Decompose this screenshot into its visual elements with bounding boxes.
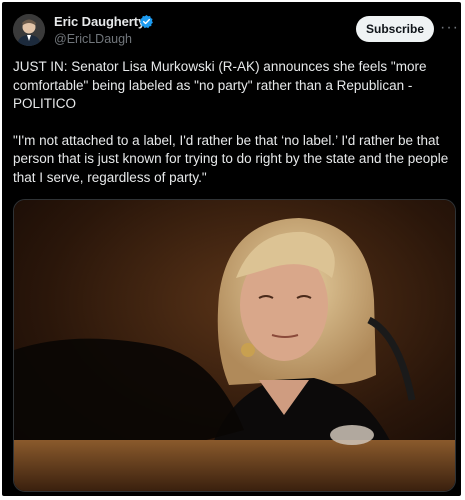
subscribe-button[interactable]: Subscribe — [356, 16, 434, 42]
tweet-card: Eric Daugherty @EricLDaugh Subscribe ···… — [2, 2, 461, 496]
more-options-icon[interactable]: ··· — [440, 19, 459, 37]
tweet-text: JUST IN: Senator Lisa Murkowski (R-AK) a… — [13, 58, 453, 205]
tweet-quote: "I'm not attached to a label, I'd rather… — [13, 132, 449, 185]
author-display-name[interactable]: Eric Daugherty — [54, 14, 145, 29]
avatar[interactable] — [13, 14, 45, 46]
author-handle[interactable]: @EricLDaugh — [54, 32, 132, 46]
tweet-header: Eric Daugherty @EricLDaugh Subscribe ··· — [2, 2, 461, 52]
verified-badge-icon — [139, 14, 154, 29]
tweet-photo[interactable] — [13, 199, 456, 492]
tweet-headline: JUST IN: Senator Lisa Murkowski (R-AK) a… — [13, 59, 427, 111]
